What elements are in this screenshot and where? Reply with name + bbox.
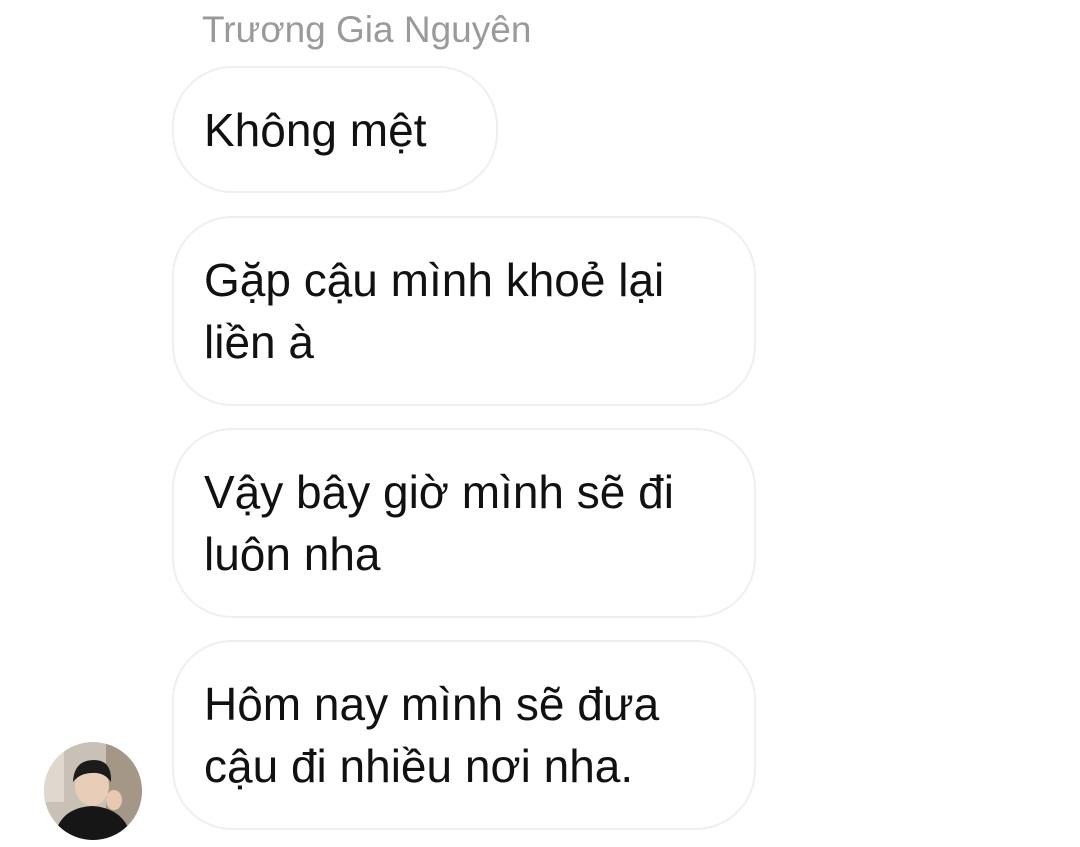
sender-name: Trương Gia Nguyên [202, 9, 532, 50]
message-text: Vậy bây giờ mình sẽ đi luôn nha [204, 461, 674, 585]
avatar-photo [44, 742, 142, 840]
message-bubble[interactable]: Không mệt [172, 66, 498, 193]
message-line: Không mệt [204, 103, 427, 156]
message-text: Không mệt [204, 99, 426, 161]
message-line: Vậy bây giờ mình sẽ đi [204, 466, 674, 518]
message-line: luôn nha [204, 528, 381, 580]
message-line: liền à [204, 316, 314, 368]
message-line: cậu đi nhiều nơi nha. [204, 740, 634, 792]
message-bubble[interactable]: Hôm nay mình sẽ đưa cậu đi nhiều nơi nha… [172, 640, 756, 830]
message-bubble[interactable]: Gặp cậu mình khoẻ lại liền à [172, 216, 756, 406]
sender-avatar[interactable] [44, 742, 142, 840]
message-text: Hôm nay mình sẽ đưa cậu đi nhiều nơi nha… [204, 673, 659, 797]
message-line: Gặp cậu mình khoẻ lại [204, 254, 665, 306]
message-text: Gặp cậu mình khoẻ lại liền à [204, 249, 664, 373]
message-bubble[interactable]: Vậy bây giờ mình sẽ đi luôn nha [172, 428, 756, 618]
message-line: Hôm nay mình sẽ đưa [204, 678, 660, 730]
